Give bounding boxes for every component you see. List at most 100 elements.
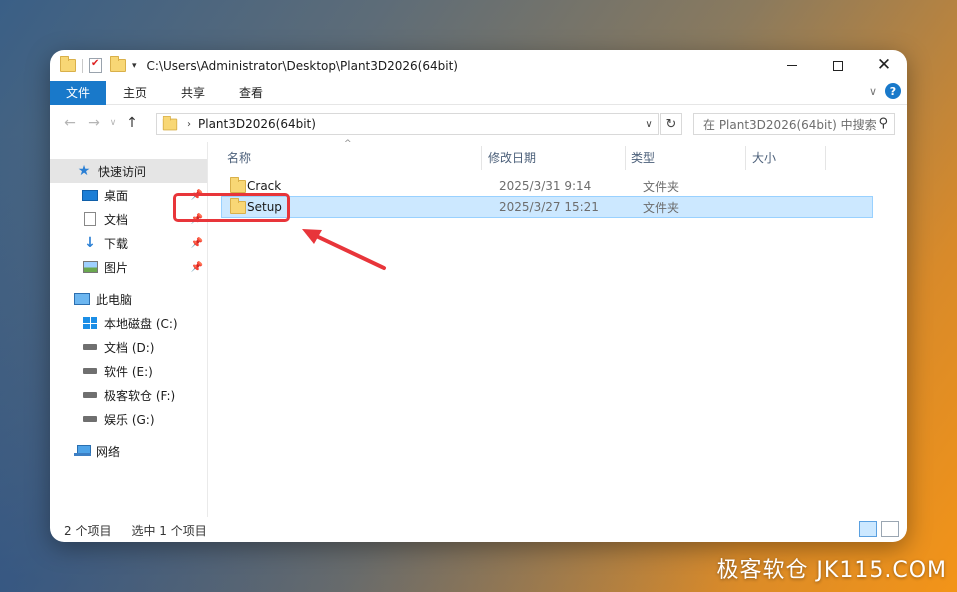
sidebar-item-label: 网络	[96, 444, 121, 459]
folder-icon	[60, 56, 76, 72]
column-header-size[interactable]: 大小	[752, 142, 776, 172]
sidebar-item-label: 下载	[104, 236, 129, 251]
navigation-bar: ← → ∨ ↑ › Plant3D2026(64bit) ∨ ↻ 在 Plant…	[50, 108, 907, 138]
drive-icon	[82, 364, 98, 378]
desktop-icon	[82, 188, 98, 202]
status-bar: 2 个项目 选中 1 个项目	[50, 518, 907, 542]
sidebar-item-downloads[interactable]: ↓ 下载 📌	[50, 231, 207, 255]
address-bar[interactable]: › Plant3D2026(64bit) ∨	[156, 113, 659, 135]
refresh-button[interactable]: ↻	[660, 113, 682, 135]
column-header-name[interactable]: 名称	[227, 142, 251, 172]
annotation-arrow-icon	[302, 229, 386, 270]
ribbon-right-controls: ∨ ?	[869, 83, 901, 99]
sidebar-item-label: 极客软仓 (F:)	[104, 388, 176, 403]
sidebar-item-drive-f[interactable]: 极客软仓 (F:)	[50, 383, 207, 407]
ribbon-tabs: 文件 主页 共享 查看 ∨ ?	[50, 80, 907, 105]
file-type: 文件夹	[643, 179, 680, 194]
quick-access-toolbar: ▾	[60, 50, 137, 81]
network-icon	[74, 444, 91, 458]
title-bar: ▾ C:\Users\Administrator\Desktop\Plant3D…	[50, 50, 907, 81]
window-controls: ✕	[769, 50, 907, 81]
document-icon	[82, 212, 98, 226]
refresh-icon: ↻	[665, 116, 677, 132]
drive-icon	[82, 412, 98, 426]
column-header-type[interactable]: 类型	[631, 142, 655, 172]
forward-arrow-icon[interactable]: →	[82, 115, 106, 131]
table-row[interactable]: Crack 2025/3/31 9:14 文件夹	[221, 175, 873, 197]
file-name: Crack	[247, 179, 282, 193]
sidebar-item-label: 文档	[104, 212, 129, 227]
column-divider[interactable]	[481, 146, 482, 170]
drive-icon	[82, 388, 98, 402]
file-list: ^ 名称 修改日期 类型 大小 Crack 2025/3/31 9:14 文件夹…	[209, 139, 907, 517]
address-dropdown-icon[interactable]: ∨	[640, 114, 658, 134]
item-count: 2 个项目	[64, 523, 112, 538]
sidebar-item-drive-d[interactable]: 文档 (D:)	[50, 335, 207, 359]
new-folder-icon[interactable]	[110, 56, 126, 72]
breadcrumb-chevron-icon[interactable]: ›	[187, 119, 191, 130]
view-switcher	[859, 521, 899, 537]
column-header-date[interactable]: 修改日期	[488, 142, 536, 172]
sidebar-item-label: 图片	[104, 260, 129, 275]
maximize-icon	[833, 60, 843, 71]
maximize-button[interactable]	[815, 50, 861, 81]
annotation-highlight-box	[173, 193, 290, 222]
picture-icon	[82, 260, 98, 274]
help-icon[interactable]: ?	[885, 83, 901, 99]
sidebar-item-label: 此电脑	[96, 292, 133, 307]
search-placeholder: 在 Plant3D2026(64bit) 中搜索	[703, 117, 877, 132]
column-divider[interactable]	[825, 146, 826, 170]
drive-icon	[82, 340, 98, 354]
column-divider[interactable]	[625, 146, 626, 170]
minimize-icon	[787, 65, 797, 66]
tab-view[interactable]: 查看	[222, 81, 280, 105]
windows-drive-icon	[82, 316, 98, 330]
customize-toolbar-icon[interactable]: ▾	[132, 61, 137, 71]
sidebar-item-drive-e[interactable]: 软件 (E:)	[50, 359, 207, 383]
table-row-selected[interactable]: Setup 2025/3/27 15:21 文件夹	[221, 196, 873, 218]
minimize-button[interactable]	[769, 50, 815, 81]
sidebar-item-label: 快速访问	[98, 164, 147, 179]
file-type: 文件夹	[643, 200, 680, 215]
sidebar-item-this-pc[interactable]: 此电脑	[50, 287, 207, 311]
selection-count: 选中 1 个项目	[131, 523, 207, 538]
watermark: 极客软仓 JK115.COM	[716, 558, 947, 583]
sidebar-item-pictures[interactable]: 图片 📌	[50, 255, 207, 279]
back-arrow-icon[interactable]: ←	[58, 115, 82, 131]
up-arrow-icon[interactable]: ↑	[120, 115, 144, 131]
sidebar-item-network[interactable]: 网络	[50, 439, 207, 463]
folder-icon	[162, 115, 178, 130]
search-icon[interactable]: ⚲	[878, 116, 888, 131]
download-icon: ↓	[84, 235, 96, 251]
close-button[interactable]: ✕	[861, 50, 907, 81]
folder-icon	[230, 177, 246, 193]
sidebar-item-drive-g[interactable]: 娱乐 (G:)	[50, 407, 207, 431]
properties-icon[interactable]	[89, 58, 102, 73]
details-view-icon[interactable]	[859, 521, 877, 537]
file-explorer-window: ▾ C:\Users\Administrator\Desktop\Plant3D…	[50, 50, 907, 542]
pin-icon[interactable]: 📌	[191, 238, 203, 249]
breadcrumb-current[interactable]: Plant3D2026(64bit)	[198, 117, 316, 131]
sidebar-item-label: 娱乐 (G:)	[104, 412, 155, 427]
sidebar-item-quick-access[interactable]: ★ 快速访问	[50, 159, 207, 183]
recent-locations-icon[interactable]: ∨	[106, 118, 120, 128]
file-date: 2025/3/31 9:14	[499, 179, 592, 193]
expand-ribbon-icon[interactable]: ∨	[869, 85, 877, 98]
tab-home[interactable]: 主页	[106, 81, 164, 105]
sidebar-item-drive-c[interactable]: 本地磁盘 (C:)	[50, 311, 207, 335]
file-date: 2025/3/27 15:21	[499, 200, 599, 214]
close-icon: ✕	[876, 55, 892, 75]
pin-icon[interactable]: 📌	[191, 262, 203, 273]
column-divider[interactable]	[745, 146, 746, 170]
toolbar-divider	[82, 58, 83, 73]
sort-ascending-icon: ^	[344, 139, 352, 149]
computer-icon	[74, 292, 90, 306]
sidebar-item-label: 文档 (D:)	[104, 340, 155, 355]
large-icons-view-icon[interactable]	[881, 521, 899, 537]
tab-share[interactable]: 共享	[164, 81, 222, 105]
star-icon: ★	[77, 163, 91, 179]
tab-file[interactable]: 文件	[50, 80, 107, 105]
window-title: C:\Users\Administrator\Desktop\Plant3D20…	[146, 58, 458, 73]
sidebar-item-label: 本地磁盘 (C:)	[104, 316, 178, 331]
search-input[interactable]: 在 Plant3D2026(64bit) 中搜索 ⚲	[693, 113, 895, 135]
